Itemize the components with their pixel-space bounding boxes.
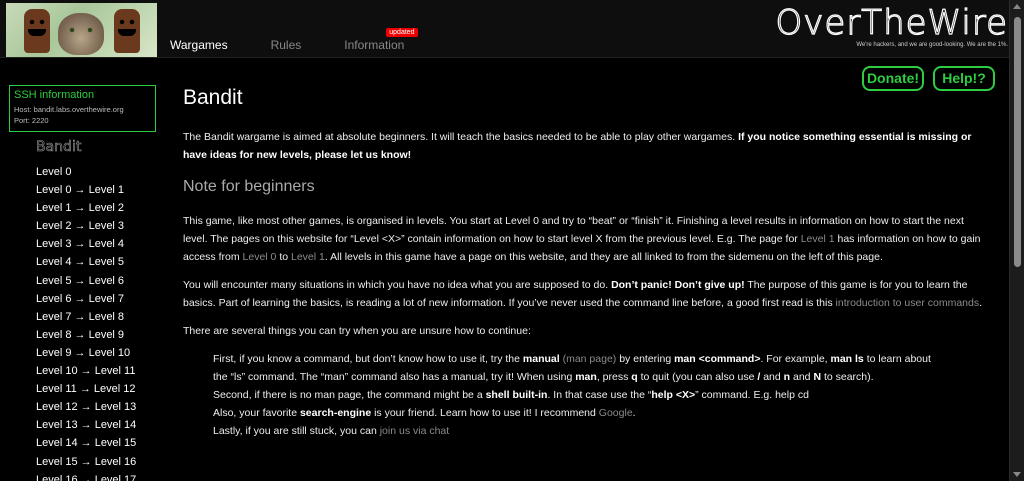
level-link[interactable]: Level 4 → Level 5 [36,253,136,271]
level-link[interactable]: Level 16 → Level 17 [36,471,136,481]
level-0-link[interactable]: Level 0 [243,251,277,263]
level-link[interactable]: Level 11 → Level 12 [36,380,136,398]
level-1-link[interactable]: Level 1 [801,233,835,245]
google-link[interactable]: Google [599,407,633,419]
scroll-down-arrow-icon[interactable] [1013,472,1021,477]
level-link[interactable]: Level 8 → Level 9 [36,326,136,344]
scroll-up-arrow-icon[interactable] [1013,4,1021,9]
nav-wargames[interactable]: Wargames [170,38,228,52]
scrollbar-thumb[interactable] [1014,17,1021,267]
ssh-info-title: SSH information [14,89,95,101]
site-header: Wargames Rules Information updated OverT… [0,0,1024,58]
intro-user-commands-link[interactable]: introduction to user commands [836,297,980,309]
note-heading: Note for beginners [183,178,315,195]
tips-list: First, if you know a command, but don’t … [183,350,983,440]
ssh-port: Port: 2220 [14,116,49,125]
chat-link[interactable]: join us via chat [380,425,449,437]
header-banner-image[interactable] [6,3,157,57]
ssh-host: Host: bandit.labs.overthewire.org [14,105,124,114]
tip-manual-line2: the “ls” command. The “man” command also… [213,371,874,383]
sidebar: SSH information Host: bandit.labs.overth… [0,59,164,481]
level-link[interactable]: Level 1 → Level 2 [36,199,136,217]
main-nav: Wargames Rules Information updated [170,28,447,52]
level-link[interactable]: Level 15 → Level 16 [36,453,136,471]
level-link[interactable]: Level 13 → Level 14 [36,416,136,434]
intro-paragraph: The Bandit wargame is aimed at absolute … [183,131,972,161]
domo-figure-left [24,9,50,53]
level-link[interactable]: Level 3 → Level 4 [36,235,136,253]
level-link[interactable]: Level 9 → Level 10 [36,344,136,362]
level-link[interactable]: Level 14 → Level 15 [36,434,136,452]
level-link[interactable]: Level 0 [36,163,136,181]
level-list: Level 0 Level 0 → Level 1 Level 1 → Leve… [36,163,136,481]
level-link[interactable]: Level 6 → Level 7 [36,290,136,308]
cat-image [58,13,104,55]
tips-intro: There are several things you can try whe… [183,325,531,337]
nav-information-wrap: Information updated [344,28,447,52]
level-link[interactable]: Level 10 → Level 11 [36,362,136,380]
site-logo[interactable]: OverTheWire We're hackers, and we are go… [738,3,1008,52]
level-link[interactable]: Level 0 → Level 1 [36,181,136,199]
levels-paragraph: This game, like most other games, is org… [183,215,981,263]
ssh-info-box: SSH information Host: bandit.labs.overth… [9,85,156,132]
logo-text: OverTheWire [775,3,1008,43]
sidebar-title: Bandit [36,139,82,156]
domo-figure-right [114,9,140,53]
tip-manual: First, if you know a command, but don’t … [213,353,931,365]
level-link[interactable]: Level 2 → Level 3 [36,217,136,235]
level-link[interactable]: Level 12 → Level 13 [36,398,136,416]
nav-information[interactable]: Information [344,38,404,52]
updated-badge: updated [386,28,418,37]
main-content: Bandit The Bandit wargame is aimed at ab… [183,86,983,440]
man-page-link[interactable]: (man page) [563,353,617,365]
level-link[interactable]: Level 7 → Level 8 [36,308,136,326]
page-title: Bandit [183,86,243,109]
page-scrollbar[interactable] [1009,0,1024,481]
tip-chat: Lastly, if you are still stuck, you can … [213,425,450,437]
tip-search-engine: Also, your favorite search-engine is you… [213,407,636,419]
level-link[interactable]: Level 5 → Level 6 [36,272,136,290]
dont-panic-paragraph: You will encounter many situations in wh… [183,279,983,309]
level-1-link[interactable]: Level 1 [291,251,325,263]
tip-shell-builtin: Second, if there is no man page, the com… [213,389,809,401]
nav-rules[interactable]: Rules [271,38,302,52]
